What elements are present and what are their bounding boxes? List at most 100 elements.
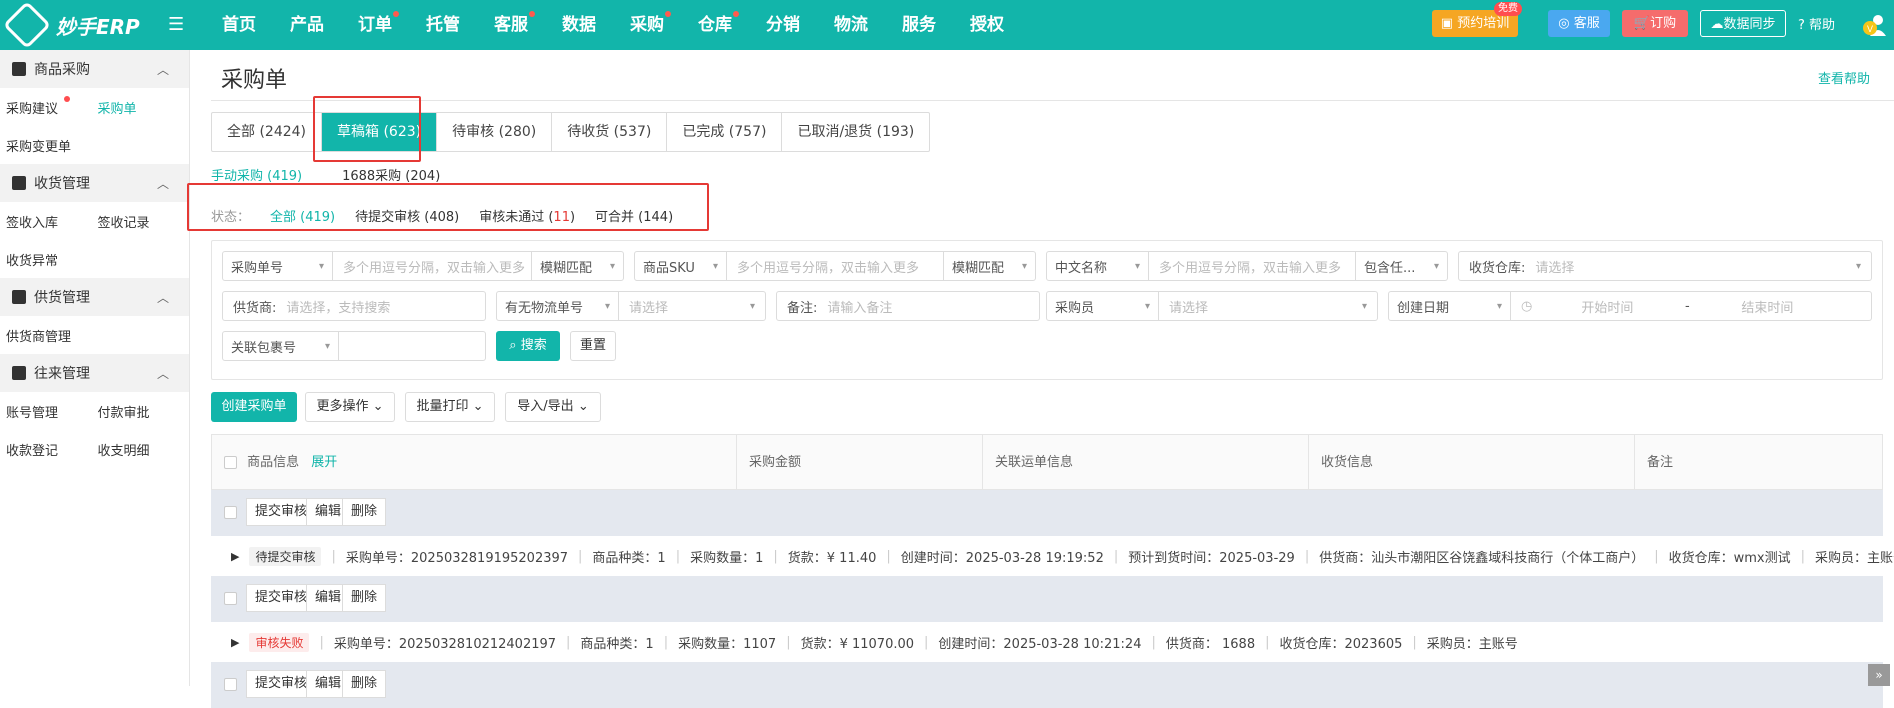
user-avatar-icon[interactable]: V: [1862, 12, 1888, 38]
order-field: 收货仓库：2023605: [1279, 636, 1403, 652]
subtab-manual[interactable]: 手动采购 (419): [211, 165, 302, 184]
view-help-link[interactable]: 查看帮助: [1818, 68, 1870, 87]
nav-item[interactable]: 订单: [341, 0, 409, 50]
delete-button[interactable]: 删除: [342, 584, 387, 612]
sku-filter: 商品SKU ▾ 多个用逗号分隔，双击输入更多 模糊匹配 ▾: [634, 251, 1036, 281]
po-match-label: 模糊匹配: [540, 260, 593, 276]
menu-toggle-icon[interactable]: ☰: [168, 14, 184, 35]
nav-item[interactable]: 托管: [409, 0, 477, 50]
training-label: 预约培训: [1457, 16, 1510, 31]
sidebar-row: 采购变更单: [0, 126, 189, 164]
tracking-select[interactable]: 有无物流单号 ▾: [497, 292, 619, 320]
nav-item[interactable]: 分销: [749, 0, 817, 50]
package-select-label: 关联包裹号: [231, 340, 297, 356]
separator: |: [1654, 548, 1659, 564]
sku-match-select[interactable]: 模糊匹配 ▾: [943, 252, 1035, 280]
order-action-bar: 提交审核 编辑 删除: [211, 662, 1883, 708]
sidebar-item[interactable]: 签收入库: [6, 212, 98, 231]
batch-print-button[interactable]: 批量打印 ⌄: [405, 392, 495, 422]
sku-select[interactable]: 商品SKU ▾: [635, 252, 727, 280]
tab[interactable]: 全部 (2424): [212, 113, 323, 151]
sidebar-item[interactable]: 采购变更单: [6, 136, 98, 155]
order-button[interactable]: 🛒订购: [1622, 10, 1688, 37]
tracking-placeholder[interactable]: 请选择: [619, 297, 750, 316]
select-all-checkbox[interactable]: [224, 456, 237, 469]
nav-item[interactable]: 首页: [205, 0, 273, 50]
expand-link[interactable]: 展开: [311, 455, 337, 470]
tab[interactable]: 待审核 (280): [437, 113, 553, 151]
tab[interactable]: 已取消/退货 (193): [782, 113, 929, 151]
start-date-input[interactable]: 开始时间: [1542, 297, 1672, 316]
nav-item[interactable]: 服务: [885, 0, 953, 50]
sidebar-group[interactable]: 收货管理 ︿: [0, 164, 189, 202]
nav-item[interactable]: 物流: [817, 0, 885, 50]
nav-item-label: 订单: [358, 15, 392, 35]
cn-name-select[interactable]: 中文名称 ▾: [1047, 252, 1149, 280]
create-po-button[interactable]: 创建采购单: [211, 392, 297, 422]
cn-name-input[interactable]: 多个用逗号分隔，双击输入更多: [1149, 257, 1355, 276]
logo[interactable]: 妙手ERP: [2, 0, 140, 50]
buyer-placeholder[interactable]: 请选择: [1159, 297, 1362, 316]
nav-item[interactable]: 授权: [953, 0, 1021, 50]
tab[interactable]: 已完成 (757): [667, 113, 783, 151]
delete-button[interactable]: 删除: [342, 498, 387, 526]
more-actions-button[interactable]: 更多操作 ⌄: [305, 392, 395, 422]
help-link[interactable]: ? 帮助: [1798, 14, 1835, 33]
cart-icon: [12, 62, 26, 76]
sidebar-item[interactable]: 收款登记: [6, 440, 98, 459]
order-row[interactable]: ▶ 审核失败 | 采购单号：2025032810212402197 | 商品种类：1 | 采购…: [211, 622, 1883, 662]
date-type-select[interactable]: 创建日期 ▾: [1389, 292, 1511, 320]
expand-triangle-icon[interactable]: ▶: [231, 636, 239, 649]
supplier-filter[interactable]: 供货商: 请选择，支持搜索: [222, 291, 486, 321]
sidebar-item[interactable]: 采购单: [98, 98, 190, 117]
warehouse-filter[interactable]: 收货仓库: 请选择 ▾: [1458, 251, 1872, 281]
remark-filter[interactable]: 备注: 请输入备注: [776, 291, 1040, 321]
nav-item[interactable]: 产品: [273, 0, 341, 50]
sidebar-item[interactable]: 采购建议: [6, 95, 98, 117]
search-button[interactable]: ⌕ 搜索: [496, 331, 560, 361]
training-button[interactable]: ▣ 预约培训 免费: [1432, 2, 1522, 37]
nav-item[interactable]: 数据: [545, 0, 613, 50]
sync-button[interactable]: ☁数据同步: [1700, 10, 1786, 37]
order-row[interactable]: ▶ 待提交审核 | 采购单号：2025032819195202397 | 商品种类：1 | 采…: [211, 536, 1894, 576]
subtab-1688[interactable]: 1688采购 (204): [342, 165, 440, 184]
row-checkbox[interactable]: [224, 592, 237, 605]
notification-dot: [529, 11, 535, 17]
sidebar-item[interactable]: 收支明细: [98, 440, 190, 459]
sidebar-item[interactable]: 签收记录: [98, 212, 190, 231]
sidebar-item[interactable]: 付款审批: [98, 402, 190, 421]
cn-name-match-select[interactable]: 包含任... ▾: [1355, 252, 1447, 280]
expand-triangle-icon[interactable]: ▶: [231, 550, 239, 563]
tab[interactable]: 待收货 (537): [552, 113, 668, 151]
import-export-button[interactable]: 导入/导出 ⌄: [505, 392, 601, 422]
nav-item[interactable]: 仓库: [681, 0, 749, 50]
chevron-up-icon: ︿: [156, 63, 169, 77]
delete-button[interactable]: 删除: [342, 670, 387, 698]
sidebar-group[interactable]: 往来管理 ︿: [0, 354, 189, 392]
collapse-arrow-icon[interactable]: »: [1868, 664, 1890, 686]
nav-item[interactable]: 客服: [477, 0, 545, 50]
buyer-select[interactable]: 采购员 ▾: [1047, 292, 1159, 320]
chevron-up-icon: ︿: [156, 177, 169, 191]
row-checkbox[interactable]: [224, 506, 237, 519]
sidebar-group-title: 往来管理: [34, 366, 90, 382]
sidebar-group[interactable]: 供货管理 ︿: [0, 278, 189, 316]
sidebar-item[interactable]: 收货异常: [6, 250, 98, 269]
end-date-input[interactable]: 结束时间: [1702, 297, 1832, 316]
service-button[interactable]: ◎ 客服: [1548, 10, 1610, 37]
sku-input[interactable]: 多个用逗号分隔，双击输入更多: [727, 257, 943, 276]
po-match-select[interactable]: 模糊匹配 ▾: [531, 252, 623, 280]
order-field: 商品种类：1: [580, 636, 654, 652]
po-number-input[interactable]: 多个用逗号分隔，双击输入更多: [333, 257, 531, 276]
po-number-select[interactable]: 采购单号 ▾: [223, 252, 333, 280]
sidebar-item[interactable]: 账号管理: [6, 402, 98, 421]
sku-match-label: 模糊匹配: [952, 260, 1005, 276]
sidebar-group[interactable]: 商品采购 ︿: [0, 50, 189, 88]
chevron-down-icon: ⌄: [472, 399, 484, 414]
sidebar-item[interactable]: 供货商管理: [6, 326, 98, 345]
reset-button[interactable]: 重置: [570, 331, 616, 361]
nav-item[interactable]: 采购: [613, 0, 681, 50]
package-select[interactable]: 关联包裹号 ▾: [223, 332, 339, 360]
chevron-down-icon: ▾: [1433, 260, 1439, 272]
row-checkbox[interactable]: [224, 678, 237, 691]
